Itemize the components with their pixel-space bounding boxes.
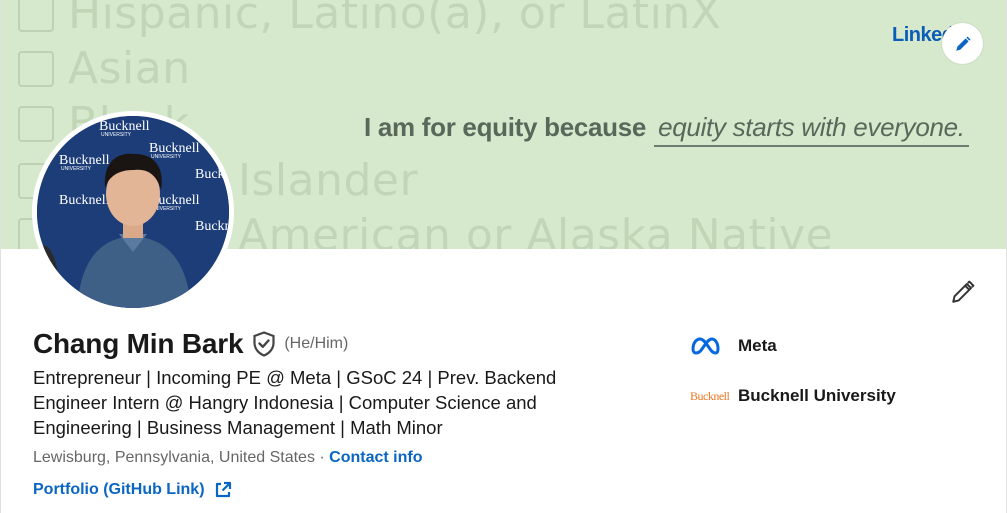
location-row: Lewisburg, Pennsylvania, United States ·… bbox=[33, 449, 422, 467]
backdrop-subtext: UNIVERSITY bbox=[101, 132, 132, 138]
portfolio-link[interactable]: Portfolio (GitHub Link) bbox=[33, 481, 232, 499]
backdrop-text: Bucknell bbox=[59, 193, 110, 208]
backdrop-subtext: UNIVERSITY bbox=[151, 154, 182, 160]
contact-info-link[interactable]: Contact info bbox=[329, 449, 422, 466]
education-bucknell[interactable]: Bucknell Bucknell University bbox=[690, 384, 896, 408]
checkbox-graphic bbox=[18, 0, 54, 32]
equity-prefix: I am for equity because bbox=[364, 112, 647, 142]
backdrop-subtext: UNIVERSITY bbox=[61, 166, 92, 172]
backdrop-text: Bucknell bbox=[195, 167, 229, 182]
banner-form-row: Asian bbox=[18, 43, 191, 94]
profile-photo: Bucknell Bucknell Bucknell Bucknell Buck… bbox=[37, 116, 229, 308]
banner-form-row: Hispanic, Latino(a), or LatinX bbox=[18, 0, 721, 39]
backdrop-text: Bucknell bbox=[195, 219, 229, 234]
equity-suffix: equity starts with everyone. bbox=[654, 112, 969, 147]
current-company-meta[interactable]: Meta bbox=[690, 334, 777, 358]
profile-name: Chang Min Bark bbox=[33, 328, 244, 359]
edit-profile-button[interactable] bbox=[946, 275, 980, 309]
external-link-icon bbox=[214, 481, 232, 499]
meta-logo-icon bbox=[690, 334, 728, 358]
name-row: Chang Min Bark (He/Him) bbox=[33, 328, 348, 360]
org-name: Bucknell University bbox=[738, 386, 896, 405]
checkbox-graphic bbox=[18, 50, 54, 87]
profile-headline: Entrepreneur | Incoming PE @ Meta | GSoC… bbox=[33, 367, 557, 438]
equity-statement: I am for equity because equity starts wi… bbox=[364, 112, 969, 147]
separator: · bbox=[314, 449, 330, 466]
location-text: Lewisburg, Pennsylvania, United States bbox=[33, 449, 315, 466]
avatar[interactable]: Bucknell Bucknell Bucknell Bucknell Buck… bbox=[32, 111, 234, 313]
portfolio-label: Portfolio (GitHub Link) bbox=[33, 481, 205, 498]
checkbox-graphic bbox=[18, 105, 54, 142]
pencil-icon bbox=[952, 280, 975, 303]
pronouns: (He/Him) bbox=[284, 335, 349, 352]
profile-photo-graphic: Bucknell Bucknell Bucknell Bucknell Buck… bbox=[37, 116, 229, 308]
profile-card: Hispanic, Latino(a), or LatinX Asian Bla… bbox=[0, 0, 1007, 513]
edit-banner-button[interactable] bbox=[942, 23, 983, 64]
bucknell-logo-icon: Bucknell bbox=[690, 384, 730, 408]
org-name: Meta bbox=[738, 336, 777, 355]
pencil-icon bbox=[955, 36, 970, 51]
verified-shield-icon[interactable] bbox=[252, 331, 276, 357]
bucknell-wordmark: Bucknell bbox=[690, 388, 730, 403]
